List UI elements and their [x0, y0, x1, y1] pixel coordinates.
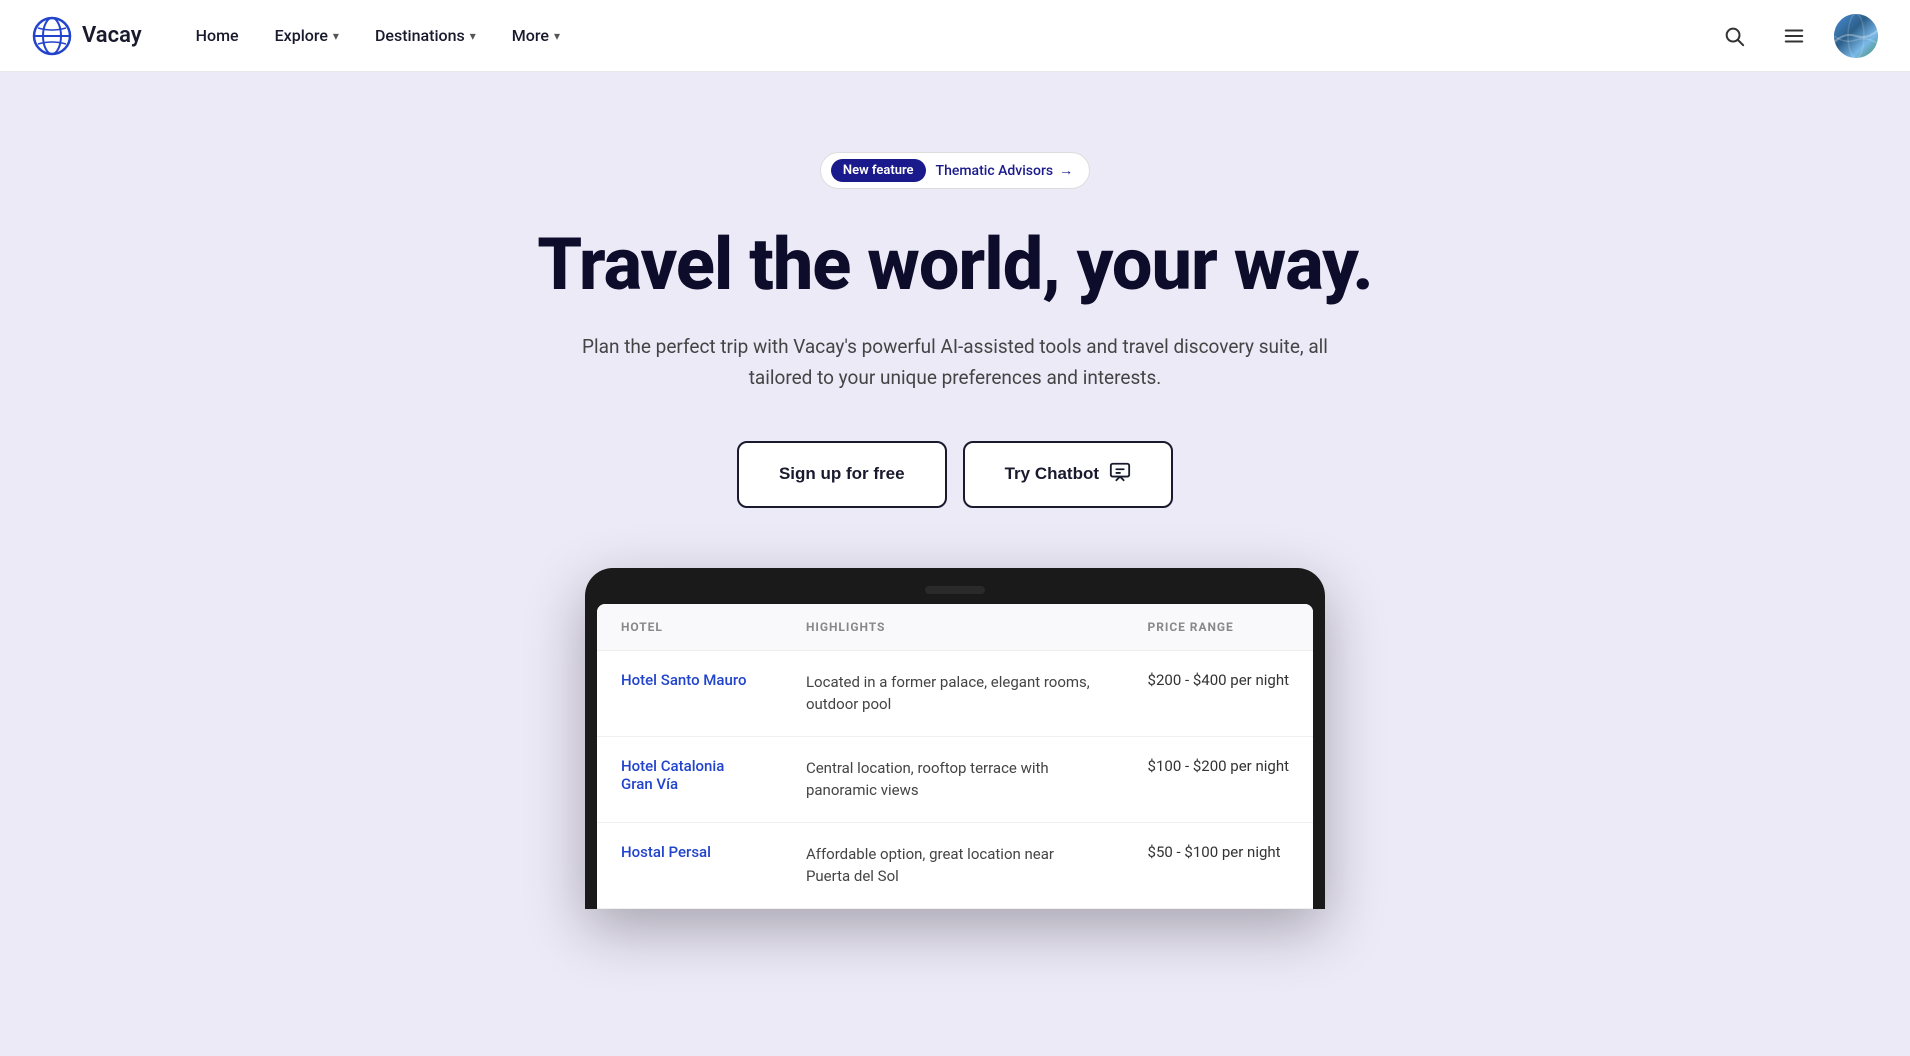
- hero-subtitle: Plan the perfect trip with Vacay's power…: [575, 332, 1335, 393]
- chatbot-icon: [1109, 461, 1131, 488]
- feature-badge[interactable]: New feature Thematic Advisors →: [820, 152, 1090, 189]
- hamburger-icon: [1783, 25, 1805, 47]
- logo-icon: [32, 16, 72, 56]
- table-row: Hotel Catalonia Gran Vía Central locatio…: [597, 736, 1313, 822]
- nav-explore[interactable]: Explore ▾: [261, 18, 353, 53]
- table-row: Hostal Persal Affordable option, great l…: [597, 822, 1313, 908]
- hero-buttons: Sign up for free Try Chatbot: [737, 441, 1173, 508]
- more-chevron-icon: ▾: [554, 29, 560, 43]
- hotel-price-1: $200 - $400 per night: [1124, 650, 1313, 736]
- table-row: Hotel Santo Mauro Located in a former pa…: [597, 650, 1313, 736]
- badge-label: New feature: [831, 159, 926, 182]
- table-body: Hotel Santo Mauro Located in a former pa…: [597, 650, 1313, 908]
- hotel-highlights-3: Affordable option, great location near P…: [782, 822, 1124, 908]
- search-icon: [1723, 25, 1745, 47]
- nav-right-actions: [1714, 14, 1878, 58]
- badge-arrow-icon: →: [1059, 162, 1073, 179]
- hotel-name-2[interactable]: Hotel Catalonia Gran Vía: [621, 757, 724, 793]
- device-mockup: HOTEL HIGHLIGHTS PRICE RANGE Hotel Santo…: [585, 568, 1325, 909]
- nav-home[interactable]: Home: [182, 18, 253, 53]
- destinations-chevron-icon: ▾: [470, 29, 476, 43]
- device-camera: [925, 586, 985, 594]
- hotel-table: HOTEL HIGHLIGHTS PRICE RANGE Hotel Santo…: [597, 604, 1313, 909]
- menu-button[interactable]: [1774, 16, 1814, 56]
- navbar: Vacay Home Explore ▾ Destinations ▾ More…: [0, 0, 1910, 72]
- col-price: PRICE RANGE: [1124, 604, 1313, 651]
- nav-links: Home Explore ▾ Destinations ▾ More ▾: [182, 18, 1714, 53]
- device-screen: HOTEL HIGHLIGHTS PRICE RANGE Hotel Santo…: [597, 604, 1313, 909]
- col-highlights: HIGHLIGHTS: [782, 604, 1124, 651]
- logo-text: Vacay: [82, 23, 142, 48]
- badge-link: Thematic Advisors →: [936, 162, 1074, 179]
- avatar-image: [1834, 14, 1878, 58]
- hotel-name-3[interactable]: Hostal Persal: [621, 843, 711, 861]
- nav-more[interactable]: More ▾: [498, 18, 574, 53]
- chatbot-button[interactable]: Try Chatbot: [963, 441, 1173, 508]
- search-button[interactable]: [1714, 16, 1754, 56]
- avatar[interactable]: [1834, 14, 1878, 58]
- hotel-name-1[interactable]: Hotel Santo Mauro: [621, 671, 746, 689]
- hero-section: New feature Thematic Advisors → Travel t…: [0, 72, 1910, 1056]
- device-frame: HOTEL HIGHLIGHTS PRICE RANGE Hotel Santo…: [585, 568, 1325, 909]
- hotel-price-3: $50 - $100 per night: [1124, 822, 1313, 908]
- hotel-highlights-1: Located in a former palace, elegant room…: [782, 650, 1124, 736]
- logo-link[interactable]: Vacay: [32, 16, 142, 56]
- hero-title: Travel the world, your way.: [537, 225, 1373, 304]
- hotel-highlights-2: Central location, rooftop terrace with p…: [782, 736, 1124, 822]
- col-hotel: HOTEL: [597, 604, 782, 651]
- hotel-price-2: $100 - $200 per night: [1124, 736, 1313, 822]
- signup-button[interactable]: Sign up for free: [737, 441, 947, 508]
- nav-destinations[interactable]: Destinations ▾: [361, 18, 490, 53]
- explore-chevron-icon: ▾: [333, 29, 339, 43]
- device-top-bar: [597, 580, 1313, 604]
- table-header: HOTEL HIGHLIGHTS PRICE RANGE: [597, 604, 1313, 651]
